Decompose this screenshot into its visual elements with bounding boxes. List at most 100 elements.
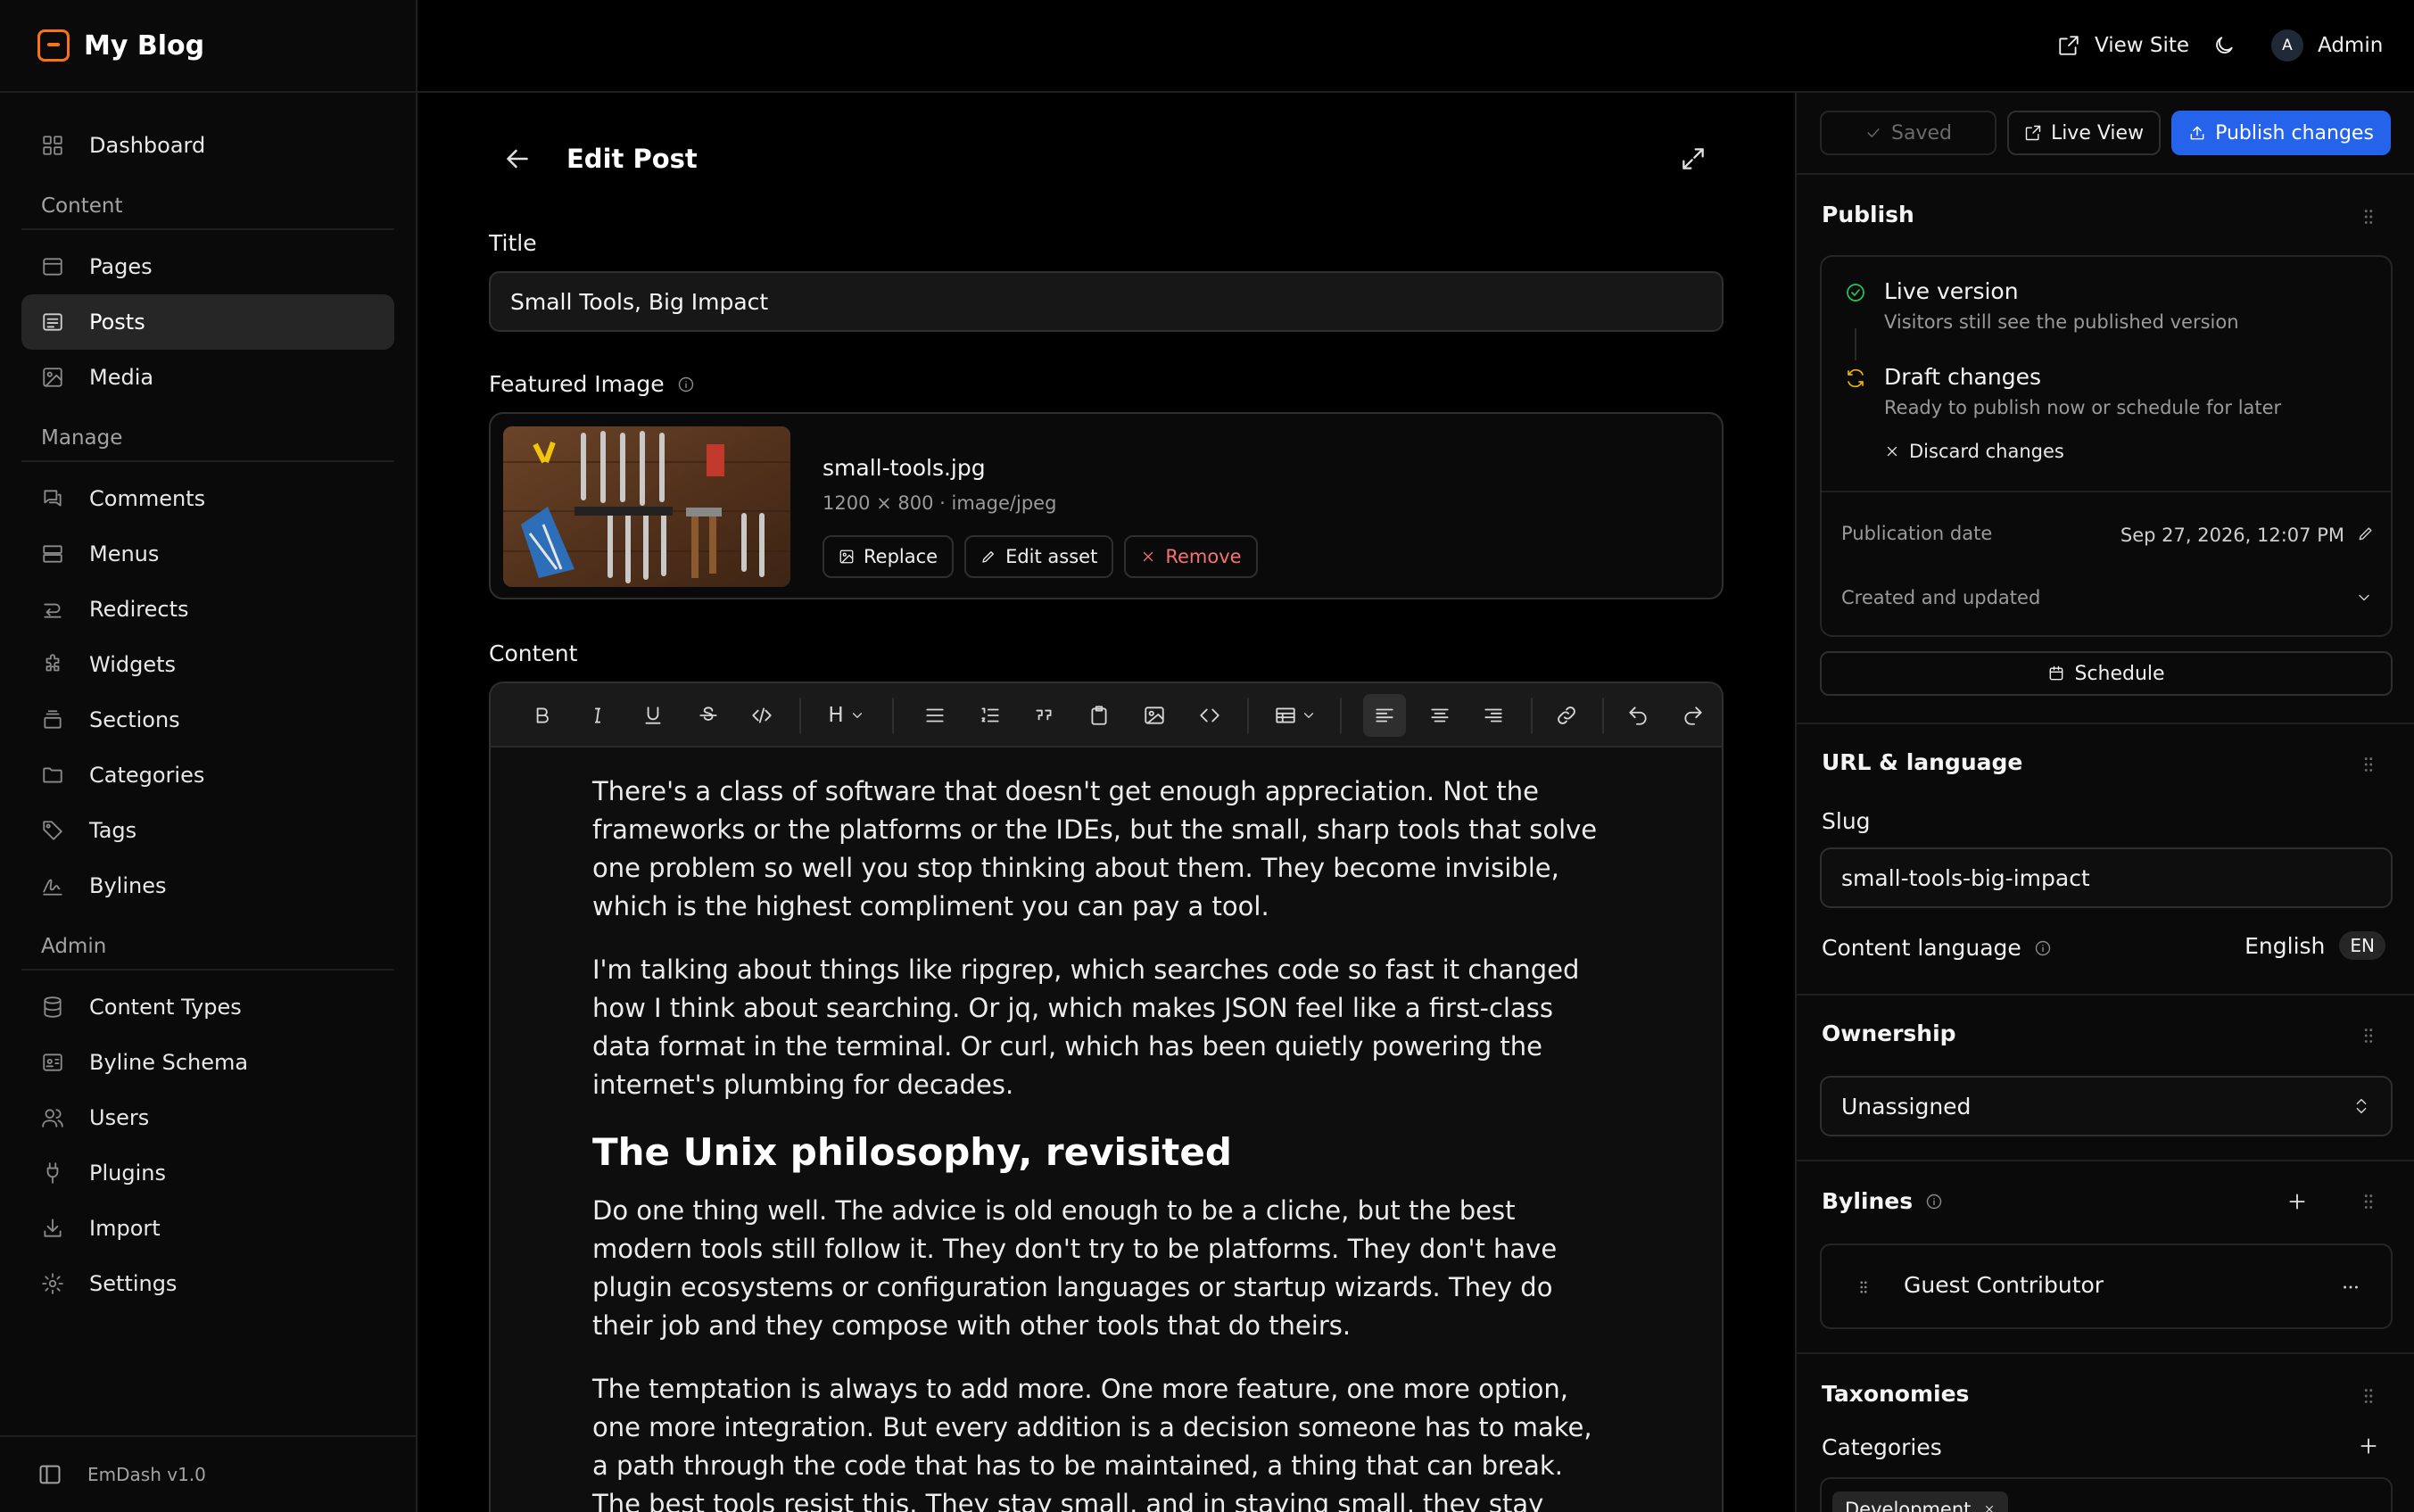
plus-icon[interactable] (2357, 1434, 2380, 1458)
sidebar-item-dashboard[interactable]: Dashboard (21, 118, 394, 173)
brand[interactable]: My Blog (0, 0, 416, 93)
sidebar-item-content-types[interactable]: Content Types (21, 979, 394, 1035)
sync-icon (1848, 368, 1864, 388)
schedule-button[interactable]: Schedule (1820, 651, 2393, 696)
sidebar-item-import[interactable]: Import (21, 1201, 394, 1256)
sidebar-item-media[interactable]: Media (21, 350, 394, 405)
live-version-subtitle: Visitors still see the published version (1884, 311, 2239, 333)
content-language-value[interactable]: English EN (2245, 931, 2385, 960)
back-arrow-icon[interactable] (501, 143, 533, 175)
link-button[interactable] (1545, 694, 1588, 737)
bullet-list-icon (926, 708, 944, 723)
info-icon[interactable] (2034, 939, 2052, 957)
drag-handle-icon[interactable] (1856, 1279, 1872, 1295)
live-view-button[interactable]: Live View (2007, 111, 2161, 155)
user-menu[interactable]: A Admin (2271, 0, 2383, 91)
app-version: EmDash v1.0 (87, 1464, 206, 1485)
plus-icon[interactable] (2286, 1190, 2309, 1213)
sidebar-item-pages[interactable]: Pages (21, 239, 394, 294)
sidebar-item-users[interactable]: Users (21, 1090, 394, 1145)
category-chip[interactable]: Development (1832, 1491, 2009, 1512)
sidebar-toggle-icon[interactable] (37, 1462, 62, 1487)
callout-button[interactable] (1078, 694, 1120, 737)
underline-button[interactable] (632, 694, 674, 737)
publish-changes-button[interactable]: Publish changes (2171, 111, 2391, 155)
expand-icon[interactable] (1679, 145, 1707, 173)
sidebar-item-redirects[interactable]: Redirects (21, 582, 394, 637)
code-block-button[interactable] (1188, 694, 1231, 737)
page-title: Edit Post (566, 144, 698, 174)
sidebar-item-menus[interactable]: Menus (21, 526, 394, 582)
info-icon[interactable] (1925, 1193, 1943, 1210)
featured-image-card: small-tools.jpg 1200 × 800 · image/jpeg … (489, 412, 1724, 599)
sidebar-item-bylines[interactable]: Bylines (21, 858, 394, 913)
ordered-list-button[interactable] (969, 694, 1012, 737)
paragraph: There's a class of software that doesn't… (592, 776, 1598, 921)
moon-icon (2216, 37, 2233, 54)
sidebar-item-label: Categories (89, 763, 205, 788)
editor-content[interactable]: There's a class of software that doesn't… (592, 773, 1600, 1512)
code-icon (752, 707, 772, 723)
more-horizontal-icon[interactable] (2341, 1277, 2360, 1297)
brackets-icon (1200, 708, 1219, 723)
drag-handle-icon[interactable] (2359, 1026, 2378, 1045)
inline-code-button[interactable] (740, 694, 783, 737)
bold-button[interactable] (521, 694, 564, 737)
featured-image-thumbnail[interactable] (503, 426, 790, 587)
align-right-button[interactable] (1472, 694, 1515, 737)
insert-image-button[interactable] (1133, 694, 1176, 737)
close-icon[interactable] (1983, 1503, 1996, 1512)
tag-icon (43, 821, 62, 840)
category-chip-label: Development (1845, 1499, 1972, 1512)
heading: The Unix philosophy, revisited (592, 1130, 1232, 1174)
drag-handle-icon[interactable] (2359, 755, 2378, 774)
drag-handle-icon[interactable] (2359, 1192, 2378, 1211)
ownership-select[interactable]: Unassigned (1820, 1076, 2393, 1136)
heading-dropdown[interactable]: H (815, 694, 878, 737)
chevron-down-icon[interactable] (2355, 589, 2373, 607)
sidebar-item-sections[interactable]: Sections (21, 692, 394, 748)
view-site-link[interactable]: View Site (2057, 0, 2189, 91)
table-dropdown[interactable] (1263, 694, 1327, 737)
toolbar-separator (1531, 698, 1533, 733)
sidebar-item-posts[interactable]: Posts (21, 294, 394, 350)
replace-label: Replace (864, 546, 938, 567)
sidebar-item-categories[interactable]: Categories (21, 748, 394, 803)
saved-button[interactable]: Saved (1820, 111, 1997, 155)
pencil-icon[interactable] (2357, 525, 2375, 542)
sidebar-item-label: Media (89, 365, 154, 390)
align-center-button[interactable] (1418, 694, 1461, 737)
sidebar-item-comments[interactable]: Comments (21, 471, 394, 526)
pencil-icon (982, 551, 994, 563)
undo-button[interactable] (1616, 694, 1659, 737)
slug-input[interactable]: small-tools-big-impact (1820, 847, 2393, 908)
heading-label: H (828, 704, 844, 727)
strikethrough-icon (699, 706, 717, 721)
chevron-down-icon (1303, 713, 1314, 718)
title-input[interactable]: Small Tools, Big Impact (489, 271, 1724, 332)
info-icon[interactable] (677, 376, 695, 393)
sidebar-item-byline-schema[interactable]: Byline Schema (21, 1035, 394, 1090)
sidebar-item-widgets[interactable]: Widgets (21, 637, 394, 692)
featured-image-label: Featured Image (489, 371, 695, 397)
discard-changes-button[interactable]: Discard changes (1884, 441, 2064, 462)
sidebar-item-settings[interactable]: Settings (21, 1256, 394, 1311)
sidebar-item-tags[interactable]: Tags (21, 803, 394, 858)
brand-name: My Blog (84, 29, 205, 62)
bullet-list-button[interactable] (914, 694, 956, 737)
edit-asset-button[interactable]: Edit asset (964, 535, 1114, 578)
blockquote-button[interactable] (1022, 694, 1065, 737)
byline-item[interactable]: Guest Contributor (1820, 1243, 2393, 1329)
theme-toggle[interactable] (2212, 0, 2250, 91)
remove-button[interactable]: Remove (1124, 535, 1258, 578)
categories-box[interactable]: Development (1820, 1477, 2393, 1512)
align-left-icon (1376, 708, 1393, 723)
drag-handle-icon[interactable] (2359, 207, 2378, 227)
strikethrough-button[interactable] (687, 694, 730, 737)
sidebar-item-plugins[interactable]: Plugins (21, 1145, 394, 1201)
redo-button[interactable] (1672, 694, 1715, 737)
italic-button[interactable] (576, 694, 619, 737)
align-left-button[interactable] (1363, 694, 1406, 737)
drag-handle-icon[interactable] (2359, 1386, 2378, 1406)
replace-button[interactable]: Replace (823, 535, 955, 578)
